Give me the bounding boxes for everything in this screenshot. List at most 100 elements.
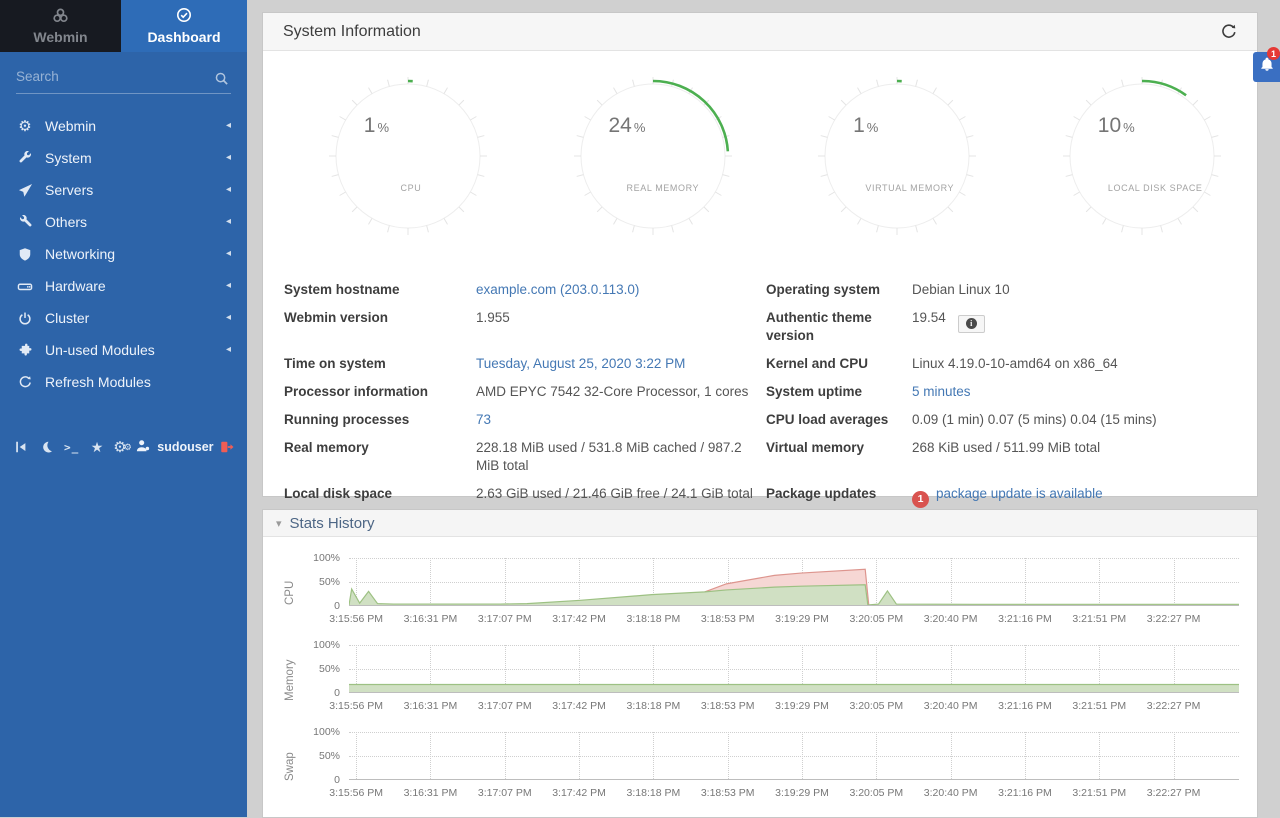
sidebar-item-un-used-modules[interactable]: Un-used Modules ◂	[0, 334, 247, 366]
current-user[interactable]: sudouser	[135, 439, 213, 456]
x-tick-label: 3:21:51 PM	[1072, 613, 1126, 625]
gauge-caption: REAL MEMORY	[627, 183, 700, 193]
info-value-link[interactable]: Tuesday, August 25, 2020 3:22 PM	[476, 356, 685, 371]
theme-info-button[interactable]: i	[958, 315, 985, 333]
info-value-link[interactable]: 73	[476, 412, 491, 427]
info-value: Debian Linux 10	[912, 276, 1238, 304]
info-label: Processor information	[284, 378, 476, 406]
info-value-link[interactable]: package update is available	[936, 486, 1103, 501]
refresh-icon	[16, 375, 34, 389]
sidebar-item-label: Servers	[45, 182, 93, 198]
chart-cpu: CPU100%50%03:15:56 PM3:16:31 PM3:17:07 P…	[277, 558, 1239, 628]
chart-y-ticks: 100%50%0	[303, 558, 349, 606]
info-value: 73	[476, 406, 766, 434]
x-tick-label: 3:20:40 PM	[924, 613, 978, 625]
info-label: Virtual memory	[766, 434, 912, 480]
gauge-caption: VIRTUAL MEMORY	[865, 183, 954, 193]
sidebar-item-label: System	[45, 150, 92, 166]
stats-history-panel: ▾ Stats History CPU100%50%03:15:56 PM3:1…	[262, 509, 1258, 818]
y-tick-label: 0	[334, 687, 340, 699]
chart-plot-area	[349, 558, 1239, 606]
notification-count-badge: 1	[1267, 47, 1280, 60]
notifications-tab[interactable]: 1	[1253, 52, 1280, 82]
x-tick-label: 3:16:31 PM	[404, 700, 458, 712]
y-tick-label: 100%	[313, 639, 340, 651]
chart-x-ticks: 3:15:56 PM3:16:31 PM3:17:07 PM3:17:42 PM…	[349, 606, 1239, 628]
signout-icon[interactable]	[214, 440, 239, 454]
power-icon	[16, 311, 34, 326]
moon-icon[interactable]	[33, 440, 58, 454]
main-area: System Information 1%CPU24%REAL MEMORY1%…	[247, 0, 1280, 817]
chart-plot-area	[349, 732, 1239, 780]
y-tick-label: 100%	[313, 726, 340, 738]
x-tick-label: 3:16:31 PM	[404, 613, 458, 625]
sidebar: Webmin Dashboard ⚙Webmin◂System◂Servers◂…	[0, 0, 247, 817]
refresh-icon[interactable]	[1220, 23, 1237, 40]
gears-icon[interactable]: ⚙⚙	[110, 440, 135, 455]
info-value-link[interactable]: example.com (203.0.113.0)	[476, 282, 639, 297]
info-label: Running processes	[284, 406, 476, 434]
system-information-header: System Information	[263, 13, 1257, 51]
webmin-logo-icon	[52, 8, 69, 26]
puzzle-icon	[16, 343, 34, 358]
sidebar-item-label: Networking	[45, 246, 115, 262]
wrench-icon	[16, 151, 34, 166]
gauge-cpu: 1%CPU	[323, 71, 493, 241]
caret-down-icon: ▾	[276, 517, 282, 530]
x-tick-label: 3:22:27 PM	[1147, 700, 1201, 712]
info-value-link[interactable]: 5 minutes	[912, 384, 971, 399]
tab-webmin[interactable]: Webmin	[0, 0, 121, 52]
sidebar-item-others[interactable]: Others◂	[0, 206, 247, 238]
search-icon[interactable]	[214, 71, 229, 91]
x-tick-label: 3:22:27 PM	[1147, 787, 1201, 799]
system-info-table-body: System hostnameexample.com (203.0.113.0)…	[284, 276, 1238, 513]
sidebar-item-refresh-modules[interactable]: Refresh Modules	[0, 366, 247, 398]
sidebar-item-label: Un-used Modules	[45, 342, 155, 358]
collapse-icon[interactable]	[8, 440, 33, 454]
info-value: Tuesday, August 25, 2020 3:22 PM	[476, 350, 766, 378]
sidebar-item-label: Cluster	[45, 310, 89, 326]
chart-memory: Memory100%50%03:15:56 PM3:16:31 PM3:17:0…	[277, 645, 1239, 715]
info-value: 0.09 (1 min) 0.07 (5 mins) 0.04 (15 mins…	[912, 406, 1238, 434]
info-value: 1 package update is available	[912, 480, 1238, 513]
y-tick-label: 0	[334, 600, 340, 612]
info-label: Package updates	[766, 480, 912, 513]
update-count-badge: 1	[912, 491, 929, 508]
caret-left-icon: ◂	[226, 249, 231, 259]
y-tick-label: 50%	[319, 663, 340, 675]
x-tick-label: 3:18:53 PM	[701, 787, 755, 799]
chart-y-axis-label: Memory	[277, 645, 303, 715]
chart-x-ticks: 3:15:56 PM3:16:31 PM3:17:07 PM3:17:42 PM…	[349, 780, 1239, 802]
sidebar-tabs: Webmin Dashboard	[0, 0, 247, 52]
stats-history-header[interactable]: ▾ Stats History	[263, 510, 1257, 537]
gauges-row: 1%CPU24%REAL MEMORY1%VIRTUAL MEMORY10%LO…	[263, 51, 1257, 241]
gauge-real-memory: 24% REAL MEMORY	[568, 71, 738, 241]
info-value: 228.18 MiB used / 531.8 MiB cached / 987…	[476, 434, 766, 480]
x-tick-label: 3:21:51 PM	[1072, 700, 1126, 712]
star-icon[interactable]: ★	[84, 440, 109, 454]
stats-charts: CPU100%50%03:15:56 PM3:16:31 PM3:17:07 P…	[263, 537, 1257, 802]
tab-dashboard[interactable]: Dashboard	[121, 0, 247, 52]
gauge-value: 24%	[608, 114, 645, 138]
x-tick-label: 3:20:40 PM	[924, 700, 978, 712]
info-label: Time on system	[284, 350, 476, 378]
gauge-caption: CPU	[401, 183, 422, 193]
sidebar-item-networking[interactable]: Networking ◂	[0, 238, 247, 270]
sidebar-item-servers[interactable]: Servers◂	[0, 174, 247, 206]
sidebar-item-cluster[interactable]: Cluster◂	[0, 302, 247, 334]
info-value: 1.955	[476, 304, 766, 350]
sidebar-item-hardware[interactable]: Hardware◂	[0, 270, 247, 302]
caret-left-icon: ◂	[226, 345, 231, 355]
sidebar-item-webmin[interactable]: ⚙Webmin◂	[0, 110, 247, 142]
caret-left-icon: ◂	[226, 153, 231, 163]
terminal-icon[interactable]: >_	[59, 441, 84, 454]
search-input[interactable]	[16, 64, 192, 89]
info-value: AMD EPYC 7542 32-Core Processor, 1 cores	[476, 378, 766, 406]
x-tick-label: 3:21:16 PM	[998, 787, 1052, 799]
sidebar-item-system[interactable]: System ◂	[0, 142, 247, 174]
x-tick-label: 3:18:18 PM	[627, 613, 681, 625]
chart-y-axis-label: CPU	[277, 558, 303, 628]
info-label: System uptime	[766, 378, 912, 406]
x-tick-label: 3:16:31 PM	[404, 787, 458, 799]
x-tick-label: 3:19:29 PM	[775, 700, 829, 712]
